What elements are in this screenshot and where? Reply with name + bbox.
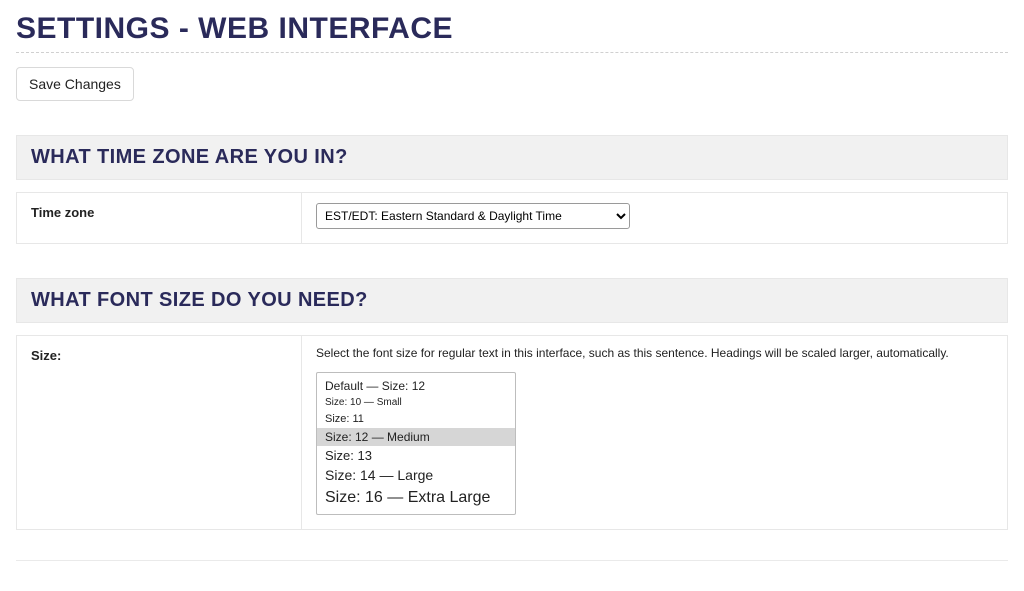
fontsize-option-10-small[interactable]: Size: 10 — Small [317,395,515,411]
save-button[interactable]: Save Changes [16,67,134,101]
fontsize-listbox[interactable]: Default — Size: 12 Size: 10 — Small Size… [316,372,516,515]
fontsize-option-16-extra-large[interactable]: Size: 16 — Extra Large [317,486,515,510]
timezone-panel: Time zone EST/EDT: Eastern Standard & Da… [16,192,1008,244]
fontsize-option-11[interactable]: Size: 11 [317,411,515,428]
timezone-select[interactable]: EST/EDT: Eastern Standard & Daylight Tim… [316,203,630,229]
timezone-section-heading: WHAT TIME ZONE ARE YOU IN? [16,135,1008,180]
fontsize-option-14-large[interactable]: Size: 14 — Large [317,465,515,486]
bottom-separator [16,560,1008,561]
timezone-label: Time zone [17,193,302,243]
title-separator [16,52,1008,53]
fontsize-help-text: Select the font size for regular text in… [316,346,993,360]
fontsize-option-12-medium[interactable]: Size: 12 — Medium [317,428,515,446]
page-title: SETTINGS - WEB INTERFACE [16,12,1008,46]
fontsize-option-13[interactable]: Size: 13 [317,446,515,466]
fontsize-panel: Size: Select the font size for regular t… [16,335,1008,530]
fontsize-section-heading: WHAT FONT SIZE DO YOU NEED? [16,278,1008,323]
fontsize-option-default-12[interactable]: Default — Size: 12 [317,377,515,395]
fontsize-label: Size: [17,336,302,529]
